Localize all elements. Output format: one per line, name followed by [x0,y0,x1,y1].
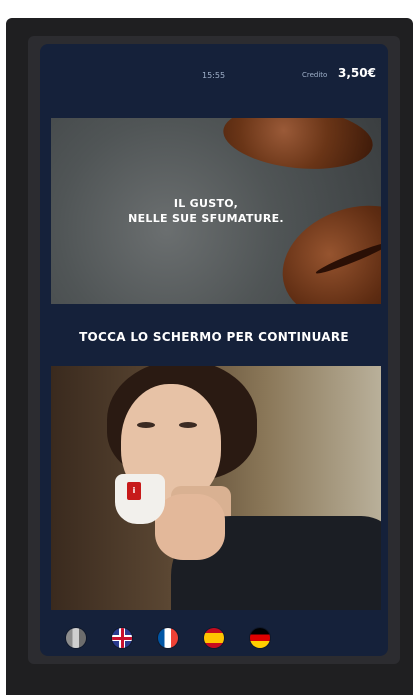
photo-eye [137,422,155,428]
banner-slogan: IL GUSTO, NELLE SUE SFUMATURE. [106,196,306,226]
credit-label: Credito [302,71,328,79]
photo-eye [179,422,197,428]
language-selector [40,622,388,656]
woman-drinking-coffee-photo: i [51,366,381,610]
touch-to-continue-prompt[interactable]: TOCCA LO SCHERMO PER CONTINUARE [40,330,388,344]
clock: 15:55 [202,71,226,80]
coffee-bean-image [220,118,376,176]
promo-banner: IL GUSTO, NELLE SUE SFUMATURE. [51,118,381,304]
slogan-line-2: NELLE SUE SFUMATURE. [128,212,284,225]
french-flag-icon[interactable] [158,628,178,648]
spanish-flag-icon[interactable] [204,628,224,648]
status-bar: 15:55 Credito 3,50€ [40,44,388,104]
slogan-line-1: IL GUSTO, [173,197,239,210]
german-flag-icon[interactable] [250,628,270,648]
photo-hand [155,494,225,560]
cup-logo: i [127,482,141,500]
italian-flag-icon[interactable] [66,628,86,648]
kiosk-screen[interactable]: 15:55 Credito 3,50€ IL GUSTO, NELLE SUE … [40,44,388,656]
uk-flag-icon[interactable] [112,628,132,648]
credit-value: 3,50€ [338,66,376,80]
